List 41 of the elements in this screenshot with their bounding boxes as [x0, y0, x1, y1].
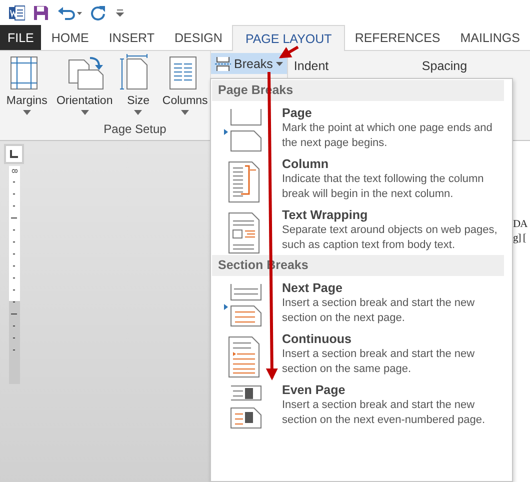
- save-icon[interactable]: [33, 4, 49, 20]
- ribbon-tab[interactable]: INSERT: [98, 25, 164, 50]
- left-tab-icon: [10, 150, 18, 158]
- customize-caret-icon[interactable]: [115, 8, 125, 18]
- ribbon-tab[interactable]: DESIGN: [164, 25, 232, 50]
- group-header: Spacing: [422, 59, 468, 73]
- caret-icon: [276, 62, 283, 66]
- page-break-icon: [215, 56, 231, 72]
- menu-item[interactable]: Page Mark the point at which one page ends and the next page begins.: [211, 101, 512, 152]
- word-app-icon[interactable]: [9, 4, 25, 20]
- columns-button[interactable]: Columns: [160, 54, 210, 122]
- orientation-button[interactable]: Orientation: [52, 54, 116, 122]
- vertical-ruler[interactable]: 8: [8, 166, 20, 384]
- caret-icon: [134, 110, 142, 115]
- tab-selector[interactable]: [4, 144, 24, 164]
- breaks-button[interactable]: Breaks: [211, 53, 287, 74]
- menu-item[interactable]: Continuous Insert a section break and start the new section on the same page.: [211, 327, 512, 378]
- size-button[interactable]: Size: [118, 54, 158, 122]
- margins-button[interactable]: Margins: [3, 54, 51, 122]
- ribbon-tab[interactable]: HOME: [41, 25, 99, 50]
- next-break-icon: [223, 282, 263, 328]
- group-header: Indent: [294, 59, 330, 73]
- page-break-icon: [223, 107, 263, 153]
- caret-icon: [181, 110, 190, 115]
- annotation-arrow: [278, 46, 299, 58]
- document-text: DA: [513, 219, 528, 230]
- file-tab[interactable]: FILE: [0, 25, 42, 50]
- ribbon-tab[interactable]: PAGE LAYOUT: [232, 25, 345, 51]
- caret-icon: [80, 110, 89, 115]
- document-text: g] [: [513, 233, 527, 244]
- redo-icon[interactable]: [91, 4, 107, 20]
- menu-item[interactable]: Text Wrapping Separate text around objects on web pages, such as caption text from body text.: [211, 203, 512, 254]
- menu-item[interactable]: Even Page Insert a section break and start the new section on the next even-numbered page.: [211, 378, 512, 429]
- group-label: Page Setup: [102, 122, 168, 138]
- menu-item[interactable]: Next Page Insert a section break and start the new section on the next page.: [211, 276, 512, 327]
- menu-item[interactable]: Column Indicate that the text following the column break will begin in the next column.: [211, 152, 512, 203]
- caret-icon: [22, 110, 31, 115]
- ribbon-tab[interactable]: REFERENCES: [344, 25, 450, 50]
- ribbon-tab[interactable]: MAILINGS: [450, 25, 530, 50]
- orientation-icon: [66, 54, 104, 92]
- undo-icon[interactable]: [57, 4, 83, 20]
